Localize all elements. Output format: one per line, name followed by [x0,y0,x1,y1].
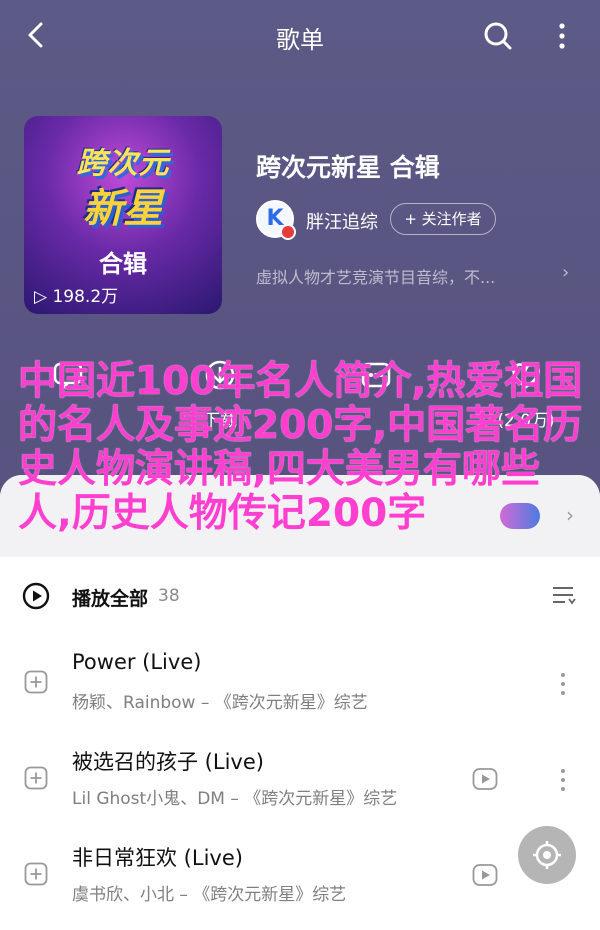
video-play-icon[interactable] [472,862,498,888]
more-vertical-icon[interactable] [552,20,572,52]
song-artist-album: Lil Ghost小鬼、DM – 《跨次元新星》综艺 [72,789,398,809]
song-title: 非日常狂欢 (Live) [72,846,243,870]
playlist-description[interactable]: 虚拟人物才艺竞演节目音综，不... [256,264,495,288]
song-row[interactable]: Power (Live) 杨颖、Rainbow – 《跨次元新星》综艺 [0,632,600,728]
chevron-right-icon: › [562,262,570,283]
video-play-icon[interactable] [472,766,498,792]
floating-locate-button[interactable] [518,826,576,884]
more-vertical-icon[interactable] [556,766,570,794]
play-count: ▷ 198.2万 [34,282,118,307]
play-count-value: 198.2万 [52,287,119,307]
song-title: 被选召的孩子 (Live) [72,750,264,774]
creator-name[interactable]: 胖汪追综 [306,208,378,234]
play-all-row[interactable]: 播放全部 38 [0,560,600,630]
follow-creator-button[interactable]: + 关注作者 [390,203,496,235]
verified-badge-icon [280,224,296,240]
search-icon[interactable] [482,20,514,52]
play-circle-icon [22,582,50,610]
playlist-title: 跨次元新星 合辑 [256,153,440,182]
more-vertical-icon[interactable] [556,670,570,698]
cover-subtitle: 合辑 [99,250,147,278]
song-artist-album: 杨颖、Rainbow – 《跨次元新星》综艺 [72,693,368,713]
add-to-list-icon[interactable] [24,766,48,790]
creator-avatar[interactable]: K [256,200,296,240]
play-icon: ▷ [34,287,48,307]
add-to-list-icon[interactable] [24,670,48,694]
song-row[interactable]: 非日常狂欢 (Live) 虞书欣、小北 – 《跨次元新星》综艺 [0,824,600,920]
song-row[interactable]: 被选召的孩子 (Live) Lil Ghost小鬼、DM – 《跨次元新星》综艺 [0,728,600,824]
locate-target-icon [533,841,561,869]
cover-logo-line2: 新星 [83,186,163,232]
song-artist-album: 虞书欣、小北 – 《跨次元新星》综艺 [72,885,347,905]
playlist-cover[interactable]: 跨次元 新星 合辑 ▷ 198.2万 [24,116,222,314]
top-bar: 歌单 [0,0,600,72]
song-title: Power (Live) [72,650,202,674]
add-to-list-icon[interactable] [24,862,48,886]
play-all-label: 播放全部 [72,588,149,610]
overlay-headline: 中国近100年名人简介,热爱祖国的名人及事迹200字,中国著名历史人物演讲稿,四… [18,359,583,536]
song-count: 38 [158,586,180,606]
list-menu-icon[interactable] [550,582,576,608]
